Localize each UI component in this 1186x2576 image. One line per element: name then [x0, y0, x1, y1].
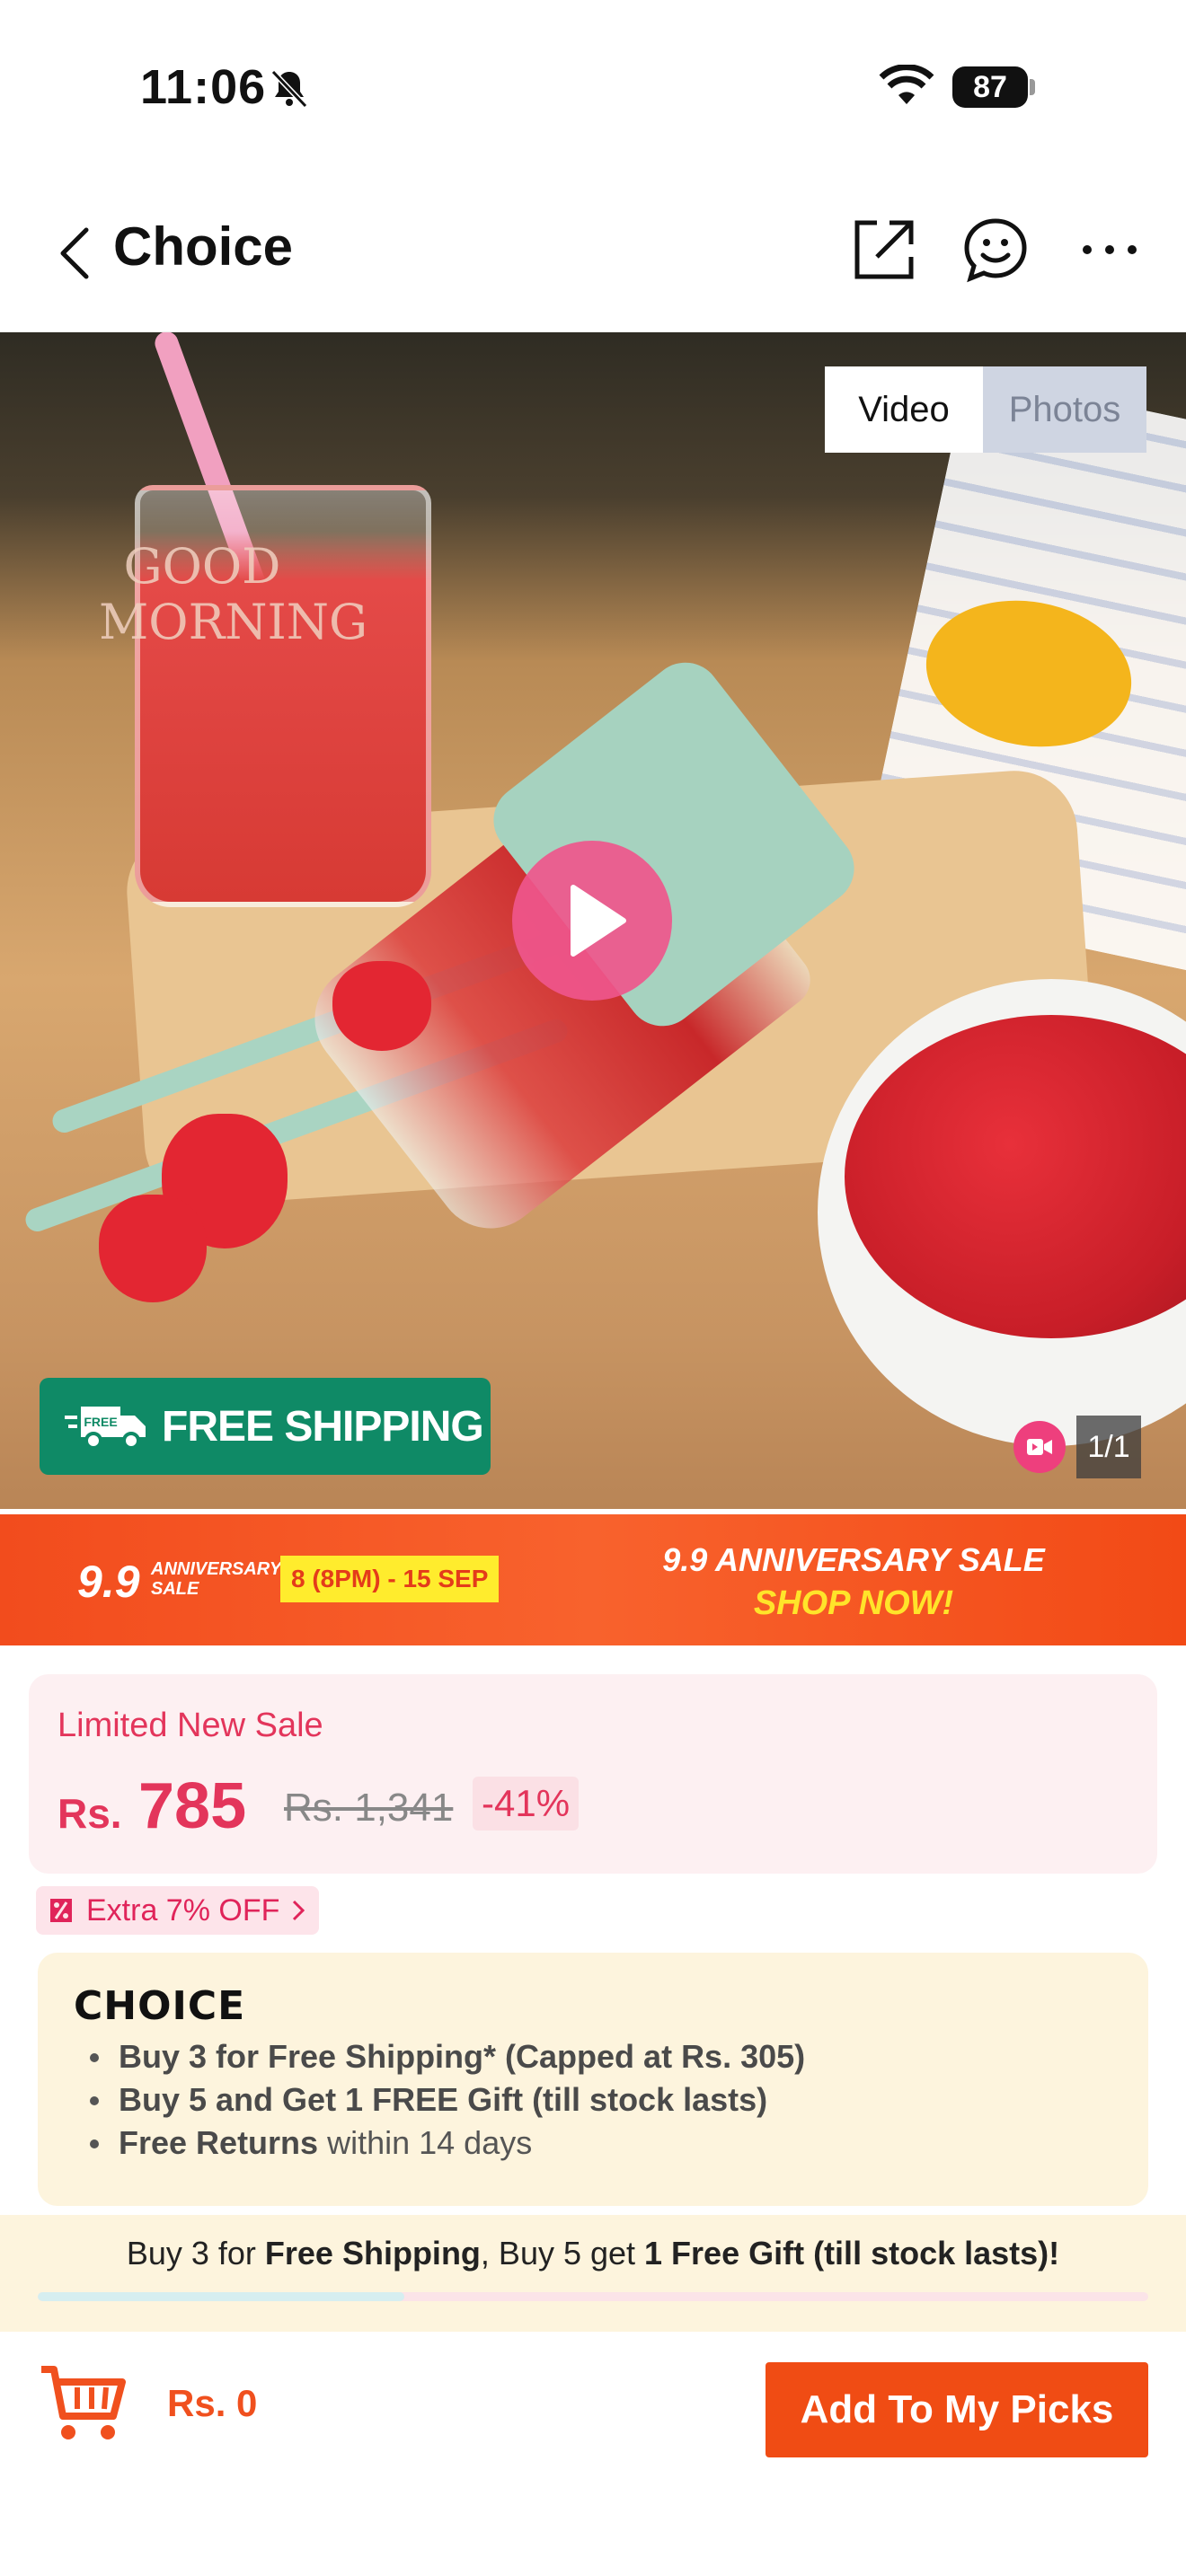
chat-icon[interactable]: [961, 216, 1030, 284]
back-arrow-icon[interactable]: [56, 225, 92, 282]
add-to-picks-button[interactable]: Add To My Picks: [766, 2362, 1148, 2457]
progress-bar: [38, 2292, 1148, 2301]
original-price: Rs. 1,341: [284, 1786, 454, 1830]
more-options-icon[interactable]: [1078, 232, 1141, 268]
progress-fill: [38, 2292, 404, 2301]
status-bar: 11:06 87: [0, 0, 1186, 171]
benefit-item: Buy 5 and Get 1 FREE Gift (till stock la…: [86, 2078, 805, 2122]
media-toggle: Video Photos: [825, 366, 1146, 453]
coupon-label: Extra 7% OFF: [86, 1892, 280, 1928]
sale-label: Limited New Sale: [58, 1707, 323, 1744]
truck-icon: FREE: [65, 1407, 146, 1450]
glass-print: GOOD MORNING: [99, 538, 368, 650]
coupon-chip[interactable]: Extra 7% OFF: [36, 1886, 320, 1935]
play-icon: [571, 885, 626, 957]
sale-price: 785: [138, 1770, 247, 1842]
decor-strawberry: [332, 961, 431, 1051]
video-camera-icon: [1013, 1421, 1066, 1473]
benefit-item: Free Returns within 14 days: [86, 2122, 805, 2165]
promo-logo: 9.9: [77, 1557, 140, 1607]
free-shipping-label: FREE SHIPPING: [162, 1402, 484, 1451]
choice-benefits-list: Buy 3 for Free Shipping* (Capped at Rs. …: [86, 2035, 805, 2165]
decor-strawberry: [99, 1195, 207, 1302]
promo-headline: 9.9 ANNIVERSARY SALE: [662, 1541, 1045, 1578]
bundle-progress-text: Buy 3 for Free Shipping, Buy 5 get 1 Fre…: [126, 2235, 1060, 2272]
status-time: 11:06: [140, 60, 267, 114]
truck-badge-text: FREE: [84, 1415, 117, 1429]
price-card: Limited New Sale Rs. 785 Rs. 1,341 -41%: [29, 1674, 1157, 1874]
chevron-right-icon: [293, 1900, 305, 1921]
coupon-icon: [50, 1899, 72, 1922]
share-icon[interactable]: [850, 216, 918, 284]
promo-date: 8 (8PM) - 15 SEP: [280, 1556, 500, 1602]
choice-logo: CHOICE: [74, 1983, 246, 2029]
promo-logo-sub: ANNIVERSARY SALE: [151, 1559, 281, 1599]
wifi-icon: [879, 65, 934, 104]
promo-cta[interactable]: SHOP NOW!: [575, 1584, 1132, 1623]
bell-muted-icon: [270, 69, 308, 109]
product-media[interactable]: GOOD MORNING Video Photos FREE FREE SHIP…: [0, 332, 1186, 1509]
battery-indicator: 87: [952, 66, 1035, 108]
page-title: Choice: [113, 216, 294, 277]
tab-video[interactable]: Video: [825, 366, 983, 453]
price-currency: Rs.: [58, 1790, 122, 1837]
bottom-action-bar: Rs. 0 Add To My Picks: [0, 2335, 1186, 2576]
benefit-item: Buy 3 for Free Shipping* (Capped at Rs. …: [86, 2035, 805, 2078]
media-count: 1/1: [1076, 1416, 1141, 1478]
cart-icon[interactable]: [36, 2357, 129, 2450]
battery-level: 87: [952, 66, 1028, 108]
nav-header: Choice: [0, 180, 1186, 332]
cart-total: Rs. 0: [167, 2382, 258, 2424]
free-shipping-badge: FREE FREE SHIPPING: [40, 1378, 491, 1475]
battery-tip: [1030, 79, 1035, 95]
choice-benefits-card[interactable]: CHOICE Buy 3 for Free Shipping* (Capped …: [38, 1953, 1148, 2206]
play-button[interactable]: [512, 841, 672, 1001]
tab-photos[interactable]: Photos: [983, 366, 1146, 453]
media-counter: 1/1: [1013, 1416, 1141, 1478]
discount-badge: -41%: [473, 1777, 580, 1831]
bundle-progress: Buy 3 for Free Shipping, Buy 5 get 1 Fre…: [0, 2215, 1186, 2332]
promo-banner[interactable]: 9.9 ANNIVERSARY SALE 8 (8PM) - 15 SEP 9.…: [0, 1514, 1186, 1645]
